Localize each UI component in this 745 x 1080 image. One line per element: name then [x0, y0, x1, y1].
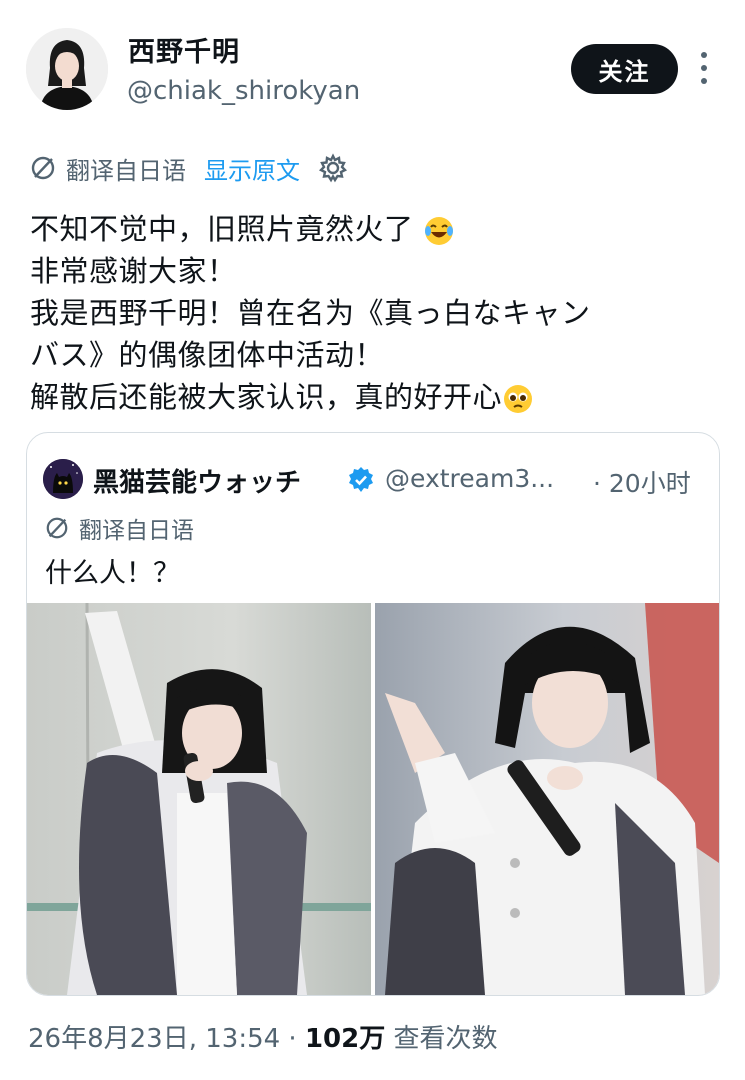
translate-icon [46, 517, 68, 539]
translate-icon [31, 156, 55, 180]
show-original-link[interactable]: 显示原文 [204, 151, 300, 186]
tweet-datetime[interactable]: 26年8月23日, 13:54 · [28, 1024, 305, 1054]
tweet-line-2: 非常感谢大家！ [30, 254, 237, 288]
author-display-name[interactable]: 西野千明 [128, 30, 240, 69]
tweet-line-4: バス》的偶像团体中活动！ [30, 338, 385, 372]
photo-performer-singing [27, 603, 371, 995]
quote-timestamp[interactable]: · 20小时 [593, 464, 691, 500]
performer-photo-left[interactable] [27, 603, 371, 995]
translated-from-label: 翻译自日语 [66, 156, 186, 185]
quoted-tweet-card[interactable]: 黑猫芸能ウォッチ @extream3... · 20小时 翻译自日语 什么人！？ [26, 432, 720, 996]
view-count: 102万 [304, 1024, 386, 1054]
author-avatar[interactable] [26, 28, 108, 110]
quote-translation-label: 翻译自日语 [45, 511, 194, 545]
quote-translated-from-label: 翻译自日语 [79, 518, 194, 544]
translation-bar: 翻译自日语 显示原文 [30, 150, 348, 186]
quote-author-name[interactable]: 黑猫芸能ウォッチ [93, 462, 301, 499]
view-count-label: 查看次数 [385, 1024, 498, 1054]
verified-badge-icon [349, 467, 373, 492]
tweet-line-3: 我是西野千明！曾在名为《真っ白なキャン [30, 296, 591, 330]
photo-performer-pointing [375, 603, 719, 995]
tweet-line-1: 不知不觉中，旧照片竟然火了 [30, 212, 414, 246]
black-cat-logo-icon [43, 459, 83, 499]
quote-author-handle[interactable]: @extream3... [385, 464, 554, 493]
performer-photo-right[interactable] [375, 603, 719, 995]
laughing-tears-emoji-icon [425, 217, 454, 245]
tweet-line-5: 解散后还能被大家认识，真的好开心 [30, 380, 503, 414]
tweet-text: 不知不觉中，旧照片竟然火了 非常感谢大家！ 我是西野千明！曾在名为《真っ白なキャ… [30, 208, 720, 418]
pleading-face-emoji-icon [504, 385, 533, 413]
tweet-meta: 26年8月23日, 13:54 · 102万 查看次数 [28, 1018, 498, 1055]
quote-author-avatar[interactable] [43, 459, 83, 499]
more-options-icon[interactable] [692, 48, 716, 88]
author-handle[interactable]: @chiak_shirokyan [127, 76, 360, 106]
avatar-image [26, 28, 108, 110]
quote-text: 什么人！？ [45, 558, 180, 589]
follow-button[interactable]: 关注 [571, 44, 678, 94]
gear-icon[interactable] [318, 153, 348, 183]
